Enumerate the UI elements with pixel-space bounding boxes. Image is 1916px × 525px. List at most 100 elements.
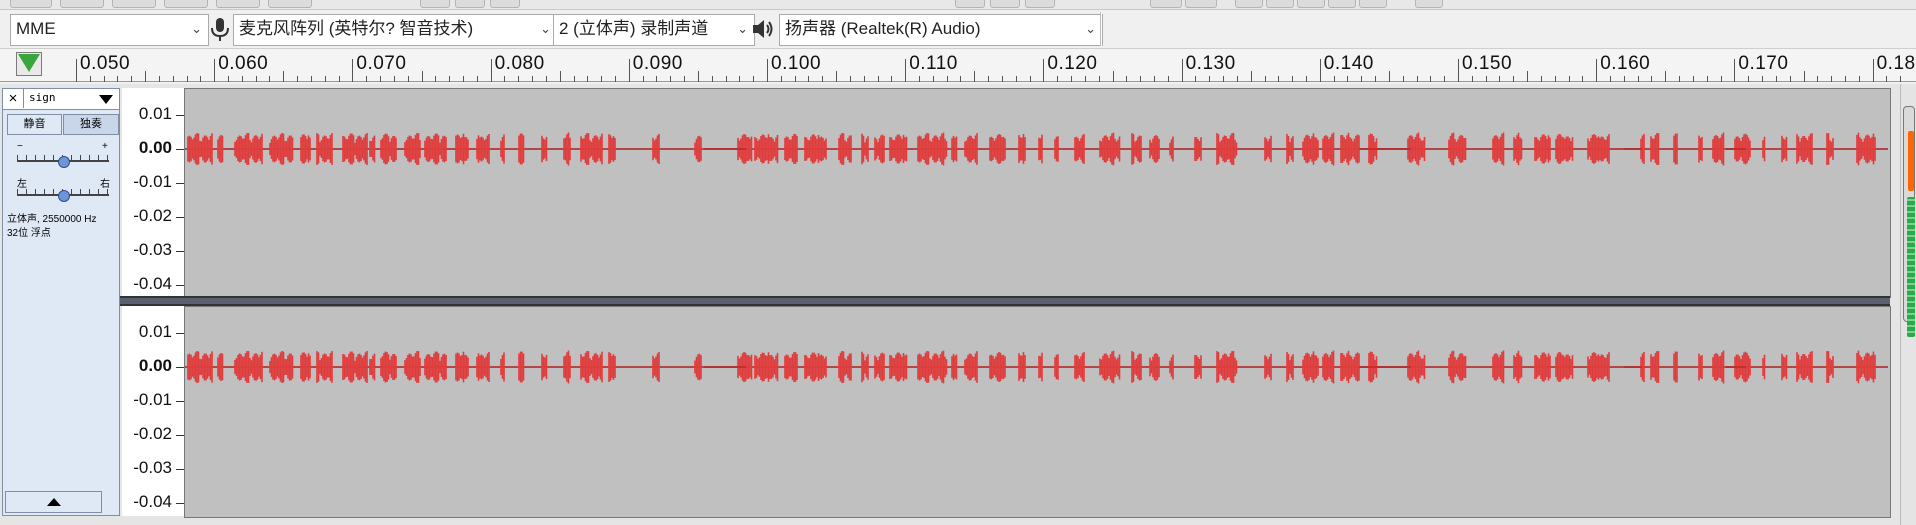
ruler-major-tick xyxy=(1872,59,1874,82)
pan-right-label: 右 xyxy=(100,179,110,190)
recording-channels-select[interactable]: 2 (立体声) 录制声道 ⌄ xyxy=(553,14,755,46)
ruler-major-tick xyxy=(767,59,768,82)
recording-device-select[interactable]: 麦克风阵列 (英特尔? 智音技术) ⌄ xyxy=(233,14,558,46)
gain-slider-knob[interactable] xyxy=(58,156,70,168)
ruler-minor-tick xyxy=(1416,76,1418,82)
paste-button[interactable] xyxy=(1025,0,1055,8)
waveform-burst xyxy=(580,133,603,165)
waveform-burst xyxy=(1698,135,1703,163)
ruler-minor-tick xyxy=(117,76,119,82)
chevron-down-icon: ⌄ xyxy=(737,21,748,36)
vertical-ruler-right-channel[interactable]: 0.01 0.00 -0.01 -0.02 -0.03 -0.04 xyxy=(122,306,184,516)
fit-selection-button[interactable] xyxy=(1297,0,1325,8)
waveform-burst xyxy=(964,351,978,383)
amplitude-tick xyxy=(176,217,184,218)
waveform-right-channel[interactable] xyxy=(184,306,1891,518)
copy-button[interactable] xyxy=(990,0,1020,8)
playback-device-select[interactable]: 扬声器 (Realtek(R) Audio) ⌄ xyxy=(779,14,1103,46)
toolbar-button[interactable] xyxy=(216,0,260,8)
waveform-burst xyxy=(917,132,948,166)
solo-button[interactable]: 独奏 xyxy=(63,114,119,135)
ruler-minor-tick xyxy=(1679,76,1681,82)
waveform-burst xyxy=(1712,350,1725,384)
ruler-minor-tick xyxy=(228,76,230,82)
fit-project-button[interactable] xyxy=(1328,0,1356,8)
waveform-burst xyxy=(518,351,525,383)
toolbar-button[interactable] xyxy=(268,0,312,8)
waveform-burst xyxy=(1492,132,1505,166)
draw-tool-button[interactable] xyxy=(490,0,520,8)
ruler-minor-tick xyxy=(946,76,948,82)
zoom-out-button[interactable] xyxy=(1266,0,1294,8)
ruler-label: 0.120 xyxy=(1047,53,1098,74)
timeline-ruler[interactable]: 0.050 0.060 0.070 0.080 0.090 0.100 0.110 0.120… xyxy=(0,48,1916,82)
ruler-minor-tick xyxy=(89,76,91,82)
waveform-burst xyxy=(500,352,505,382)
ruler-minor-tick xyxy=(1305,76,1307,82)
waveform-burst xyxy=(1149,353,1160,381)
waveform-burst xyxy=(694,353,702,381)
amplitude-tick xyxy=(176,503,184,504)
pan-slider-knob[interactable] xyxy=(58,190,70,202)
waveform-burst xyxy=(784,134,798,164)
waveform-burst xyxy=(1286,133,1294,165)
waveform-burst xyxy=(217,135,224,163)
toolbar-grip[interactable] xyxy=(1100,12,1102,46)
ruler-minor-tick xyxy=(601,76,603,82)
amplitude-label: -0.02 xyxy=(133,206,172,225)
toolbar-button[interactable] xyxy=(60,0,104,8)
ruler-minor-tick xyxy=(849,76,851,82)
pan-left-label: 左 xyxy=(17,179,27,190)
waveform-burst xyxy=(1264,135,1272,163)
ruler-major-tick xyxy=(352,59,354,82)
ruler-minor-tick xyxy=(1029,76,1031,82)
amplitude-label: 0.01 xyxy=(138,322,172,341)
waveform-burst xyxy=(1650,133,1660,165)
envelope-tool-button[interactable] xyxy=(455,0,485,8)
waveform-burst xyxy=(1534,352,1551,382)
waveform-burst xyxy=(300,352,311,382)
ruler-minor-tick xyxy=(462,76,464,82)
waveform-burst xyxy=(404,351,421,383)
undo-button[interactable] xyxy=(1150,0,1182,8)
ruler-label: 0.140 xyxy=(1323,53,1374,74)
waveform-burst xyxy=(1762,354,1766,380)
track-name-button[interactable]: sign xyxy=(29,91,56,104)
ruler-minor-tick xyxy=(919,76,921,82)
waveform-burst xyxy=(1054,354,1059,380)
toolbar-button[interactable] xyxy=(112,0,156,8)
mute-button[interactable]: 静音 xyxy=(7,114,62,135)
zoom-toggle-button[interactable] xyxy=(1359,0,1387,8)
recording-channels-value: 2 (立体声) 录制声道 xyxy=(559,19,709,38)
audio-host-select[interactable]: MME ⌄ xyxy=(10,14,209,46)
vertical-ruler-left-channel[interactable]: 0.01 0.00 -0.01 -0.02 -0.03 -0.04 xyxy=(122,88,184,296)
zoom-in-button[interactable] xyxy=(1235,0,1263,8)
toolbar-button[interactable] xyxy=(10,0,52,8)
toolbar-button[interactable] xyxy=(164,0,208,8)
waveform-burst xyxy=(342,351,368,383)
waveform-left-channel[interactable] xyxy=(184,88,1891,298)
track-menu-icon[interactable] xyxy=(99,95,113,104)
track-format-line: 立体声, 2550000 Hz xyxy=(7,214,97,225)
scrollbar-thumb[interactable] xyxy=(1903,106,1915,337)
channel-separator[interactable] xyxy=(120,296,1890,306)
waveform-burst xyxy=(1194,355,1202,379)
ruler-minor-tick xyxy=(1748,76,1750,82)
ruler-minor-tick xyxy=(200,76,202,82)
waveform-burst xyxy=(1856,350,1876,384)
amplitude-tick xyxy=(176,115,184,116)
chevron-down-icon: ⌄ xyxy=(1085,21,1096,36)
ruler-minor-tick xyxy=(1720,76,1722,82)
ruler-label: 0.060 xyxy=(218,53,269,74)
redo-button[interactable] xyxy=(1185,0,1217,8)
cut-button[interactable] xyxy=(955,0,985,8)
waveform-burst xyxy=(1555,134,1574,164)
collapse-track-button[interactable] xyxy=(5,491,102,513)
ruler-minor-tick xyxy=(338,76,340,82)
select-tool-button[interactable] xyxy=(420,0,450,8)
vertical-scrollbar[interactable] xyxy=(1900,84,1916,525)
ruler-minor-tick xyxy=(1402,76,1404,82)
play-at-speed-button[interactable] xyxy=(1415,0,1443,8)
waveform-burst xyxy=(269,133,294,165)
close-track-button[interactable]: × xyxy=(3,89,24,108)
